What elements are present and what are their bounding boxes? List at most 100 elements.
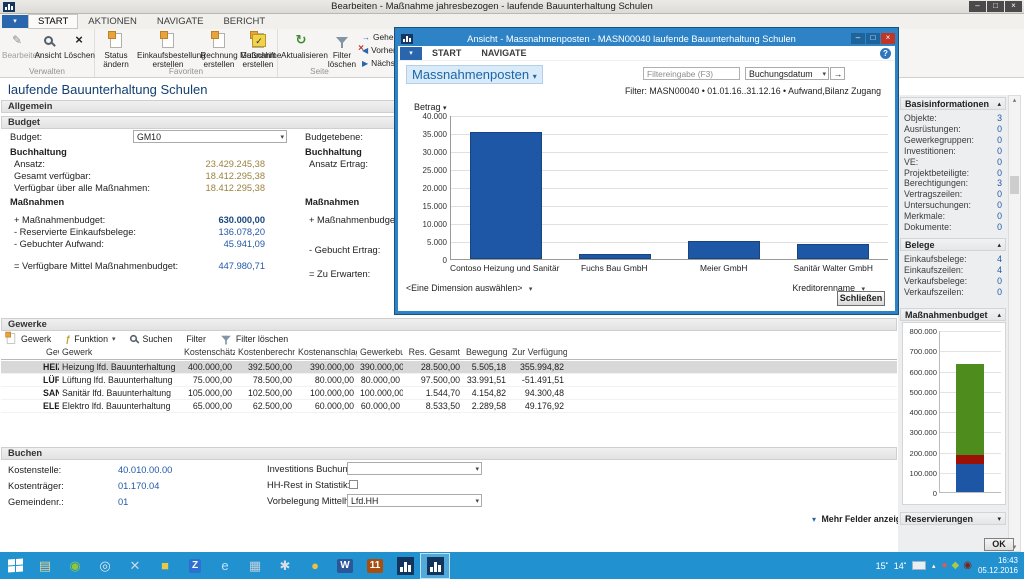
massnahmenbudget-value[interactable]: 630.000,00 [150, 215, 265, 225]
gebuchter-aufwand-value[interactable]: 45.941,09 [150, 239, 265, 249]
factbox-belege-header[interactable]: Belege ▴ [900, 238, 1006, 251]
aktualisieren-button[interactable]: ↻ Aktualisieren [281, 31, 321, 60]
bearbeiten-button[interactable]: ✎ Bearbeiten [2, 31, 32, 60]
column-header[interactable]: Res. Gesamt [403, 347, 463, 359]
column-header[interactable]: Kostenschätzung [181, 347, 235, 359]
verfuegbar-alle-value[interactable]: 18.412.295,38 [150, 183, 265, 193]
table-row[interactable]: HEIZHeizung lfd. Bauunterhaltung400.000,… [1, 361, 897, 374]
bar[interactable] [688, 241, 760, 259]
fasttab-gewerke[interactable]: Gewerke [1, 318, 897, 331]
z-app-icon[interactable]: Z [180, 553, 210, 579]
column-header[interactable]: Bewegung [463, 347, 509, 359]
taskbar-clock[interactable]: 16:43 05.12.2016 [978, 556, 1018, 576]
hh-rest-checkbox[interactable] [349, 480, 358, 489]
vorbelegung-combobox[interactable]: Lfd.HH ▾ [347, 494, 482, 507]
loeschen-button[interactable]: × Löschen [64, 31, 94, 60]
scrollbar-thumb[interactable] [1010, 176, 1019, 194]
filter-loeschen-toolbar-button[interactable]: Filter löschen [236, 334, 288, 344]
folder-app-icon[interactable]: ■ [150, 553, 180, 579]
maximize-icon[interactable]: □ [987, 1, 1004, 12]
gemeindenr-value[interactable]: 01 [118, 497, 128, 507]
column-header[interactable]: Gewerk [59, 347, 181, 359]
help-icon[interactable]: ? [880, 48, 891, 59]
filter-input[interactable] [643, 67, 740, 80]
tray-icon-1[interactable]: ● [941, 561, 947, 571]
close-icon[interactable]: × [881, 33, 895, 44]
column-header[interactable]: Gewerkebud... [357, 347, 403, 359]
remote-desktop-icon[interactable]: ▦ [240, 553, 270, 579]
dimension-selector-left[interactable]: <Eine Dimension auswählen> ▾ [406, 283, 532, 293]
table-row[interactable]: SANISanitär lfd. Bauunterhaltung105.000,… [1, 387, 897, 400]
table-row[interactable]: LÜFTLüftung lfd. Bauunterhaltung75.000,0… [1, 374, 897, 387]
dynamics-nav-icon[interactable] [390, 553, 420, 579]
funktion-toolbar-button[interactable]: Funktion [74, 334, 108, 344]
search-app-icon[interactable]: ◎ [90, 553, 120, 579]
filter-loeschen-button[interactable]: × Filter löschen [323, 31, 361, 69]
column-header[interactable]: Zur Verfügung [509, 347, 567, 359]
reservierte-einkaufsbelege-segment[interactable] [956, 464, 984, 492]
settings-gears-icon[interactable]: ✱ [270, 553, 300, 579]
app-menu-button[interactable]: ▾ [400, 47, 422, 60]
massnahme-button[interactable]: ✓ Maßnahme [240, 31, 278, 60]
minimize-icon[interactable]: – [969, 1, 986, 12]
factbox-basisinformationen-header[interactable]: Basisinformationen ▴ [900, 97, 1006, 110]
factbox-reservierungen-header[interactable]: Reservierungen ▾ [900, 512, 1006, 525]
tray-icon-3[interactable]: ◉ [963, 561, 972, 571]
ok-button[interactable]: OK [984, 538, 1014, 551]
keyboard-icon[interactable] [912, 561, 926, 570]
overlay-page-title[interactable]: Massnahmenposten ▾ [406, 65, 543, 84]
verf-gbare-mittel-segment[interactable] [956, 364, 984, 455]
maximize-icon[interactable]: □ [866, 33, 880, 44]
verfuegbare-mittel-value[interactable]: 447.980,71 [150, 261, 265, 271]
einkaufsbestellung-button[interactable]: Einkaufsbestellung erstellen [137, 31, 199, 69]
gebuchter-aufwand-segment[interactable] [956, 455, 984, 464]
word-icon[interactable]: W [330, 553, 360, 579]
tools-app-icon[interactable]: ✕ [120, 553, 150, 579]
mehr-felder-link[interactable]: ▾ Mehr Felder anzeigen [812, 514, 911, 524]
user-app-icon[interactable]: ● [300, 553, 330, 579]
media-app-icon[interactable]: ◉ [60, 553, 90, 579]
schliessen-button[interactable]: Schließen [837, 291, 885, 306]
gesamt-verfuegbar-value[interactable]: 18.412.295,38 [150, 171, 265, 181]
tray-icon-2[interactable]: ◆ [952, 561, 960, 571]
reservierte-value[interactable]: 136.078,20 [150, 227, 265, 237]
gewerk-toolbar-button[interactable]: Gewerk [21, 334, 51, 344]
tab-start[interactable]: START [28, 14, 78, 29]
close-icon[interactable]: × [1005, 1, 1022, 12]
scroll-up-icon[interactable]: ▴ [1009, 96, 1020, 104]
investitions-combobox[interactable]: ▾ [347, 462, 482, 475]
column-header[interactable]: Kostenanschlag [295, 347, 357, 359]
status-aendern-button[interactable]: Status ändern [96, 31, 136, 69]
app-menu-button[interactable]: ▾ [2, 15, 28, 28]
apply-filter-button[interactable]: → [830, 67, 845, 80]
bar[interactable] [470, 132, 542, 259]
filter-field-combobox[interactable]: Buchungsdatum ▾ [745, 67, 829, 80]
overlay-tab-start[interactable]: START [422, 46, 471, 61]
kostenstelle-value[interactable]: 40.010.00.00 [118, 465, 172, 475]
bar[interactable] [579, 254, 651, 259]
table-row[interactable]: ELEKTROElektro lfd. Bauunterhaltung65.00… [1, 400, 897, 413]
file-explorer-icon[interactable]: ▤ [30, 553, 60, 579]
tagged-app-icon[interactable]: 11 [360, 553, 390, 579]
internet-explorer-icon[interactable]: e [210, 553, 240, 579]
tray-expand-icon[interactable]: ▴ [932, 562, 936, 570]
tab-navigate[interactable]: NAVIGATE [147, 14, 214, 29]
minimize-icon[interactable]: – [851, 33, 865, 44]
start-button[interactable] [0, 553, 30, 579]
suchen-toolbar-button[interactable]: Suchen [142, 334, 172, 344]
filter-toolbar-button[interactable]: Filter [186, 334, 206, 344]
budget-combobox[interactable]: GM10 ▾ [133, 130, 287, 143]
ansicht-button[interactable]: Ansicht [33, 31, 63, 60]
factbox-scrollbar[interactable]: ▴ ▾ [1008, 95, 1021, 552]
column-header[interactable]: Kostenberechnung [235, 347, 295, 359]
tab-bericht[interactable]: BERICHT [213, 14, 275, 29]
ansatz-value[interactable]: 23.429.245,38 [150, 159, 265, 169]
dynamics-nav-active-icon[interactable] [420, 553, 450, 579]
bar[interactable] [797, 244, 869, 259]
fasttab-buchen[interactable]: Buchen [1, 447, 897, 460]
rechnung-button[interactable]: Rechnung erstellen [200, 31, 238, 69]
overlay-tab-navigate[interactable]: NAVIGATE [471, 46, 536, 61]
kostentraeger-value[interactable]: 01.170.04 [118, 481, 159, 491]
factbox-massnahmenbudget-header[interactable]: Maßnahmenbudget ▴ [900, 308, 1006, 321]
y-axis-caption[interactable]: Betrag ▾ [414, 102, 447, 112]
